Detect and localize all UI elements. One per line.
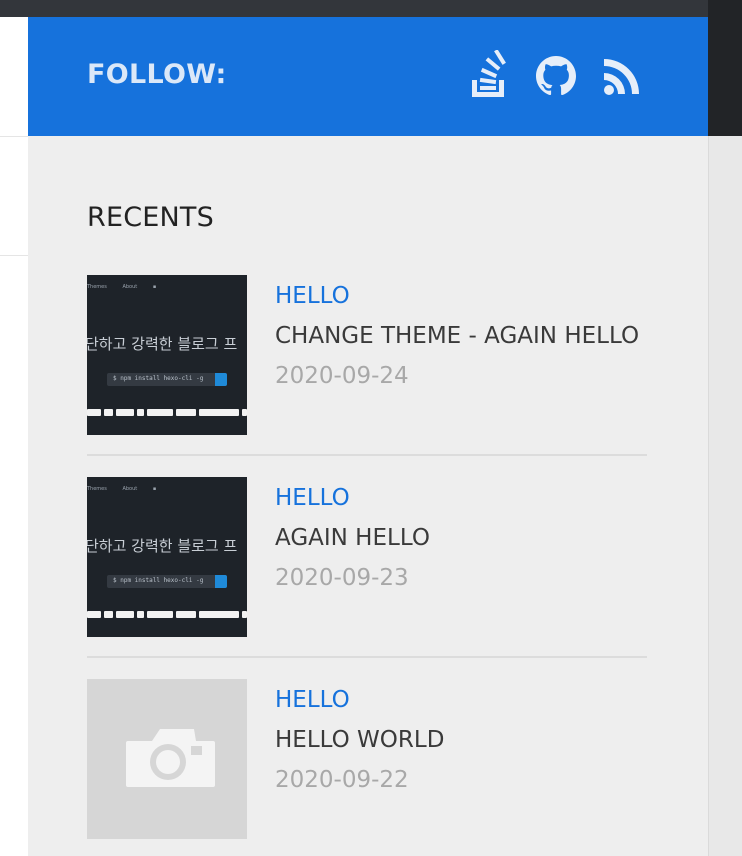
thumbnail-command: $ npm install hexo-cli -g	[107, 373, 227, 386]
thumbnail-command: $ npm install hexo-cli -g	[107, 575, 227, 588]
arrow-right-icon	[215, 373, 227, 386]
post-title[interactable]: HELLO WORLD	[275, 725, 444, 755]
search-icon: ▪	[152, 284, 157, 290]
rss-icon[interactable]	[600, 50, 644, 100]
follow-bar: FOLLOW:	[28, 17, 708, 136]
thumbnail-tagline: 단하고 강력한 블로그 프	[87, 537, 238, 555]
post-title[interactable]: CHANGE THEME - AGAIN HELLO	[275, 321, 639, 351]
thumbnail-nav: Themes About ▪	[87, 486, 170, 492]
thumbnail-badges	[87, 409, 247, 416]
thumbnail-nav-item: About	[122, 284, 138, 290]
follow-label: FOLLOW:	[87, 59, 227, 90]
post-date: 2020-09-22	[275, 767, 409, 793]
sidebar: FOLLOW: RECENTS Themes About ▪ 단하고 강력한 블…	[28, 17, 708, 856]
recent-post: HELLO HELLO WORLD 2020-09-22	[87, 679, 647, 839]
thumbnail-placeholder	[87, 679, 247, 839]
recent-post: Themes About ▪ 단하고 강력한 블로그 프 $ npm insta…	[87, 477, 647, 637]
github-icon[interactable]	[534, 50, 578, 100]
thumbnail-screenshot: Themes About ▪ 단하고 강력한 블로그 프 $ npm insta…	[87, 477, 247, 637]
social-links	[468, 50, 644, 100]
thumbnail-nav: Themes About ▪	[87, 284, 170, 290]
post-title[interactable]: AGAIN HELLO	[275, 523, 430, 553]
post-thumbnail[interactable]	[87, 679, 247, 839]
content-divider	[0, 136, 28, 137]
thumbnail-command-text: $ npm install hexo-cli -g	[113, 577, 204, 584]
post-meta: HELLO AGAIN HELLO 2020-09-23	[275, 483, 430, 593]
top-nav-bar	[0, 0, 708, 17]
post-date: 2020-09-24	[275, 363, 409, 389]
stackoverflow-icon[interactable]	[468, 50, 512, 100]
thumbnail-nav-item: Themes	[87, 284, 107, 290]
recent-post: Themes About ▪ 단하고 강력한 블로그 프 $ npm insta…	[87, 275, 647, 435]
post-thumbnail[interactable]: Themes About ▪ 단하고 강력한 블로그 프 $ npm insta…	[87, 477, 247, 637]
post-meta: HELLO CHANGE THEME - AGAIN HELLO 2020-09…	[275, 281, 639, 391]
camera-icon	[126, 729, 215, 787]
recents-heading: RECENTS	[87, 202, 214, 233]
right-sidebar-header-edge	[708, 0, 742, 136]
right-sidebar-edge	[708, 136, 742, 856]
thumbnail-badges	[87, 611, 247, 618]
arrow-right-icon	[215, 575, 227, 588]
post-meta: HELLO HELLO WORLD 2020-09-22	[275, 685, 444, 795]
main-content-edge	[0, 17, 28, 856]
content-divider	[0, 255, 28, 256]
post-category[interactable]: HELLO	[275, 281, 639, 311]
search-icon: ▪	[152, 486, 157, 492]
thumbnail-screenshot: Themes About ▪ 단하고 강력한 블로그 프 $ npm insta…	[87, 275, 247, 435]
post-date: 2020-09-23	[275, 565, 409, 591]
thumbnail-command-text: $ npm install hexo-cli -g	[113, 375, 204, 382]
post-category[interactable]: HELLO	[275, 685, 444, 715]
post-divider	[87, 454, 647, 456]
post-category[interactable]: HELLO	[275, 483, 430, 513]
thumbnail-tagline: 단하고 강력한 블로그 프	[87, 335, 238, 353]
thumbnail-nav-item: Themes	[87, 486, 107, 492]
post-thumbnail[interactable]: Themes About ▪ 단하고 강력한 블로그 프 $ npm insta…	[87, 275, 247, 435]
post-divider	[87, 656, 647, 658]
thumbnail-nav-item: About	[122, 486, 138, 492]
